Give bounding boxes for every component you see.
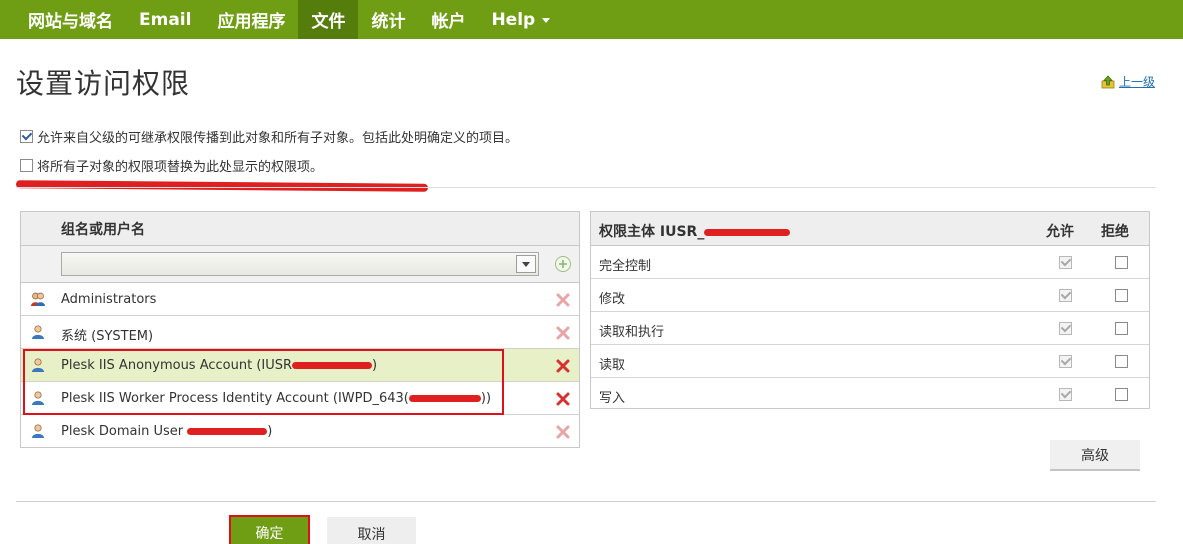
replace-child-permissions-label: 将所有子对象的权限项替换为此处显示的权限项。 (37, 160, 324, 175)
user-name: Plesk Domain User ) (61, 424, 272, 439)
permission-label: 写入 (599, 391, 626, 406)
user-name-suffix: ) (267, 424, 273, 439)
user-name: 系统 (SYSTEM) (61, 329, 154, 344)
ok-button[interactable]: 确定 (229, 515, 310, 544)
deny-checkbox[interactable] (1115, 355, 1128, 368)
deny-checkbox[interactable] (1115, 322, 1128, 335)
folder-up-icon (1101, 74, 1115, 88)
permission-row: 修改 (591, 279, 1149, 312)
table-row[interactable]: Plesk IIS Worker Process Identity Accoun… (21, 382, 579, 415)
combobox-dropdown-button[interactable] (516, 255, 536, 273)
user-name-prefix: Plesk IIS Worker Process Identity Accoun… (61, 391, 409, 406)
permission-row: 读取和执行 (591, 312, 1149, 345)
redacted-text (187, 428, 268, 435)
permissions-table: 权限主体 IUSR_ 允许 拒绝 完全控制 修改 读取和执行 读取 写入 (590, 211, 1150, 409)
user-name-prefix: Plesk Domain User (61, 424, 188, 439)
permission-label: 读取 (599, 358, 626, 373)
up-level-label: 上一级 (1118, 75, 1155, 89)
user-icon (32, 424, 44, 438)
add-user-icon[interactable] (554, 255, 572, 273)
remove-icon[interactable] (555, 358, 571, 374)
permission-row: 完全控制 (591, 246, 1149, 279)
permission-label: 修改 (599, 292, 626, 307)
nav-help-label: Help (491, 9, 536, 30)
file-path (15, 178, 436, 194)
remove-icon[interactable] (555, 325, 571, 341)
chevron-down-icon (522, 261, 530, 267)
user-icon (32, 358, 44, 372)
permission-label: 读取和执行 (599, 325, 665, 340)
divider (16, 501, 1156, 502)
redacted-text (292, 362, 373, 369)
remove-icon[interactable] (555, 424, 571, 440)
inherit-permissions-checkbox[interactable] (20, 130, 33, 143)
table-row[interactable]: Administrators (21, 283, 579, 316)
remove-icon[interactable] (555, 391, 571, 407)
cancel-button[interactable]: 取消 (327, 517, 416, 544)
up-level-link[interactable]: 上一级 (1101, 73, 1155, 90)
nav-item-websites-domains[interactable]: 网站与域名 (15, 0, 126, 39)
allow-checkbox[interactable] (1059, 388, 1072, 401)
nav-item-account[interactable]: 帐户 (418, 0, 478, 39)
deny-checkbox[interactable] (1115, 289, 1128, 302)
nav-item-files[interactable]: 文件 (298, 0, 359, 39)
allow-checkbox[interactable] (1059, 256, 1072, 269)
permission-label: 完全控制 (599, 259, 652, 274)
deny-checkbox[interactable] (1115, 388, 1128, 401)
user-name-prefix: Plesk IIS Anonymous Account (IUSR (61, 358, 293, 373)
inherit-permissions-option: 允许来自父级的可继承权限传播到此对象和所有子对象。包括此处明确定义的项目。 (20, 127, 518, 146)
page-title: 设置访问权限 (16, 67, 191, 100)
replace-child-permissions-option: 将所有子对象的权限项替换为此处显示的权限项。 (20, 156, 323, 175)
users-table-header: 组名或用户名 (21, 212, 579, 246)
table-row[interactable]: Plesk Domain User ) (21, 415, 579, 448)
inherit-permissions-label: 允许来自父级的可继承权限传播到此对象和所有子对象。包括此处明确定义的项目。 (37, 131, 519, 146)
deny-column-header: 拒绝 (1101, 224, 1129, 240)
user-picker-row (21, 246, 579, 283)
user-select-combobox[interactable] (61, 252, 539, 276)
redacted-text (408, 395, 481, 402)
nav-item-applications[interactable]: 应用程序 (204, 0, 298, 39)
table-row-selected[interactable]: Plesk IIS Anonymous Account (IUSR) (21, 349, 579, 382)
remove-icon[interactable] (555, 292, 571, 308)
nav-item-statistics[interactable]: 统计 (358, 0, 418, 39)
replace-child-permissions-checkbox[interactable] (20, 159, 33, 172)
user-name: Administrators (61, 292, 157, 307)
allow-checkbox[interactable] (1059, 355, 1072, 368)
divider (16, 187, 1156, 188)
allow-checkbox[interactable] (1059, 322, 1072, 335)
advanced-button[interactable]: 高级 (1050, 440, 1140, 471)
chevron-down-icon (542, 18, 551, 23)
allow-checkbox[interactable] (1059, 289, 1072, 302)
user-name-suffix: )) (480, 391, 492, 406)
group-icon (31, 292, 45, 306)
permissions-table-header: 权限主体 IUSR_ 允许 拒绝 (591, 212, 1149, 246)
user-name-suffix: ) (372, 358, 378, 373)
redacted-file-path (15, 180, 429, 192)
user-name: Plesk IIS Anonymous Account (IUSR) (61, 358, 377, 373)
deny-checkbox[interactable] (1115, 256, 1128, 269)
allow-column-header: 允许 (1046, 224, 1074, 240)
users-groups-table: 组名或用户名 Administrators 系统 (SYSTEM) Plesk … (20, 211, 580, 448)
top-nav: 网站与域名 Email 应用程序 文件 统计 帐户 Help (0, 0, 1183, 39)
permission-row: 读取 (591, 345, 1149, 378)
permission-row: 写入 (591, 378, 1149, 411)
permission-principal-title: 权限主体 IUSR_ (599, 221, 791, 241)
permission-principal-prefix: 权限主体 IUSR_ (599, 224, 705, 240)
user-icon (32, 391, 44, 405)
redacted-text (704, 228, 791, 236)
user-name: Plesk IIS Worker Process Identity Accoun… (61, 391, 491, 406)
table-row[interactable]: 系统 (SYSTEM) (21, 316, 579, 349)
nav-item-email[interactable]: Email (126, 0, 204, 39)
user-icon (32, 325, 44, 339)
nav-item-help[interactable]: Help (478, 0, 563, 39)
